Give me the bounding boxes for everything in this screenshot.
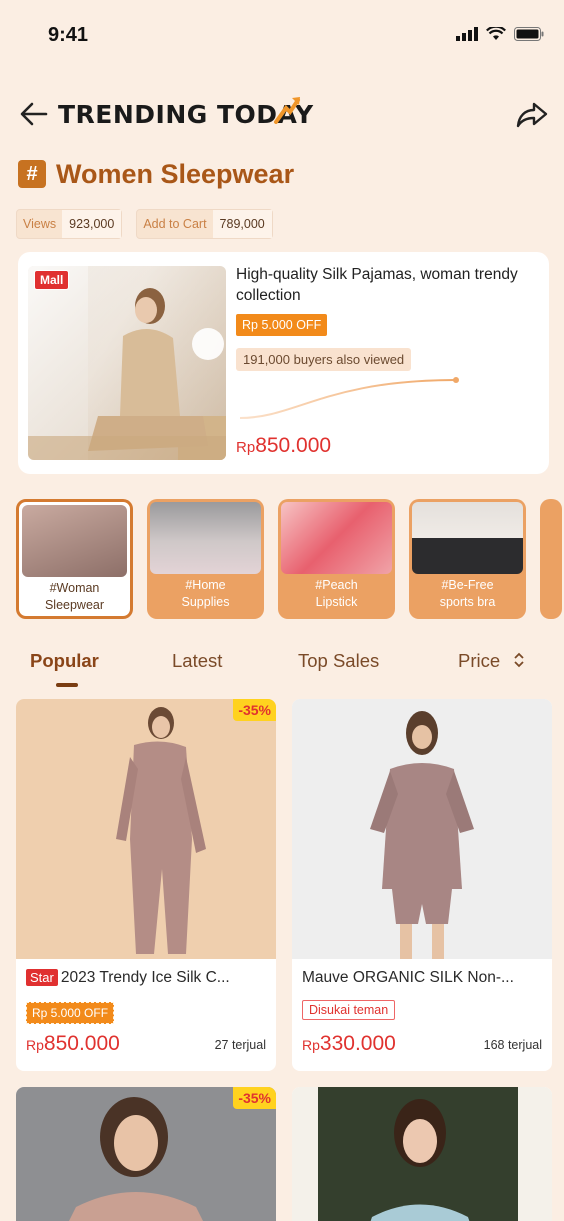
views-stat: Views 923,000 [16, 209, 123, 239]
category-label: #Woman Sleepwear [44, 581, 105, 612]
product-price: Rp850.000 [26, 1032, 120, 1056]
status-time: 9:41 [48, 24, 89, 46]
currency: Rp [302, 1037, 320, 1053]
category-thumbnail [281, 502, 392, 574]
category-thumbnail [22, 505, 127, 577]
tab-top-sales[interactable]: Top Sales [298, 650, 379, 672]
hashtag-icon: # [18, 160, 46, 188]
back-arrow-icon[interactable] [18, 98, 50, 130]
price-value: 850.000 [43, 1032, 120, 1055]
sold-count: 168 terjual [483, 1038, 542, 1052]
product-card[interactable] [292, 1087, 552, 1221]
category-heading: # Women Sleepwear [18, 156, 294, 192]
category-thumbnail [412, 502, 523, 574]
trend-curve [239, 377, 459, 419]
category-chip-woman-sleepwear[interactable]: #Woman Sleepwear [16, 499, 133, 619]
category-label: #Be-Free sports bra [439, 578, 496, 609]
stat-label: Views [23, 217, 57, 231]
price-value: 330.000 [319, 1032, 396, 1055]
status-bar: 9:41 [0, 0, 564, 70]
category-stats: Views 923,000 Add to Cart 789,000 [16, 209, 273, 239]
pajama-model-illustration [28, 266, 226, 460]
silk-shorts-set-illustration [370, 711, 474, 959]
trend-arrow-icon [274, 97, 300, 124]
featured-product-name: High-quality Silk Pajamas, woman trendy … [236, 266, 518, 304]
category-chip-home-supplies[interactable]: #Home Supplies [147, 499, 264, 619]
product-image [292, 1087, 552, 1221]
category-carousel: #Woman Sleepwear #Home Supplies #Peach Lips… [16, 499, 562, 621]
category-title: Women Sleepwear [56, 158, 295, 189]
product-card[interactable]: Mauve ORGANIC SILK Non-... Disukai teman… [292, 699, 552, 1071]
top-header: TRENDING TODAY [0, 90, 564, 140]
stat-label: Add to Cart [143, 217, 207, 231]
price-value: 850.000 [255, 434, 332, 457]
discount-tag: Rp 5.000 OFF [236, 314, 328, 336]
product-image: -35% [16, 699, 276, 959]
signal-icon [456, 27, 478, 41]
product-image: -35% [16, 1087, 276, 1221]
sold-count: 27 terjual [214, 1038, 266, 1052]
discount-badge: -35% [233, 1087, 276, 1109]
tab-price-label: Price [458, 650, 501, 671]
battery-icon [514, 27, 544, 41]
wifi-icon [486, 27, 506, 40]
discount-badge: -35% [233, 699, 276, 721]
liked-by-friends-tag: Disukai teman [302, 1000, 396, 1020]
category-thumbnail [150, 502, 261, 574]
tab-latest[interactable]: Latest [172, 650, 222, 672]
product-image [292, 699, 552, 959]
featured-product-price: Rp850.000 [236, 434, 331, 458]
status-icons [456, 27, 544, 41]
featured-product-image: Mall [28, 266, 226, 460]
sort-tabs: Popular Latest Top Sales Price [0, 648, 564, 688]
product-title-text: 2023 Trendy Ice Silk C... [60, 969, 230, 986]
stat-value: 923,000 [62, 210, 122, 238]
tab-active-indicator [56, 683, 78, 687]
forest-model-illustration [318, 1087, 518, 1221]
tab-popular[interactable]: Popular [30, 650, 99, 672]
mall-badge: Mall [34, 270, 70, 290]
silk-pajama-set-illustration [116, 707, 206, 954]
tab-price[interactable]: Price [458, 650, 525, 672]
star-badge: Star [26, 969, 58, 986]
category-chip-sports-bra[interactable]: #Be-Free sports bra [409, 499, 526, 619]
stat-value: 789,000 [212, 210, 272, 238]
product-title: Mauve ORGANIC SILK Non-... [302, 969, 514, 986]
viewed-count: 191,000 buyers also viewed [236, 348, 412, 371]
featured-product-card[interactable]: Mall High-quality Silk Pajamas, woman tr… [18, 252, 549, 474]
category-chip-peach-lipstick[interactable]: #Peach Lipstick [278, 499, 395, 619]
category-label: #Peach Lipstick [315, 578, 358, 609]
product-title: Star 2023 Trendy Ice Silk C... [26, 969, 271, 987]
discount-tag: Rp 5.000 OFF [26, 1002, 115, 1024]
category-chip-more[interactable] [540, 499, 562, 619]
sort-icon [514, 652, 524, 668]
product-price: Rp330.000 [302, 1032, 396, 1056]
product-card[interactable]: -35% [16, 1087, 276, 1221]
product-card[interactable]: -35% Star 2023 Trendy Ice Silk C... Rp 5.… [16, 699, 276, 1071]
add-to-cart-stat: Add to Cart 789,000 [136, 209, 273, 239]
category-label: #Home Supplies [181, 578, 230, 609]
currency: Rp [26, 1037, 44, 1053]
currency: Rp [236, 439, 256, 456]
share-icon[interactable] [514, 98, 550, 130]
